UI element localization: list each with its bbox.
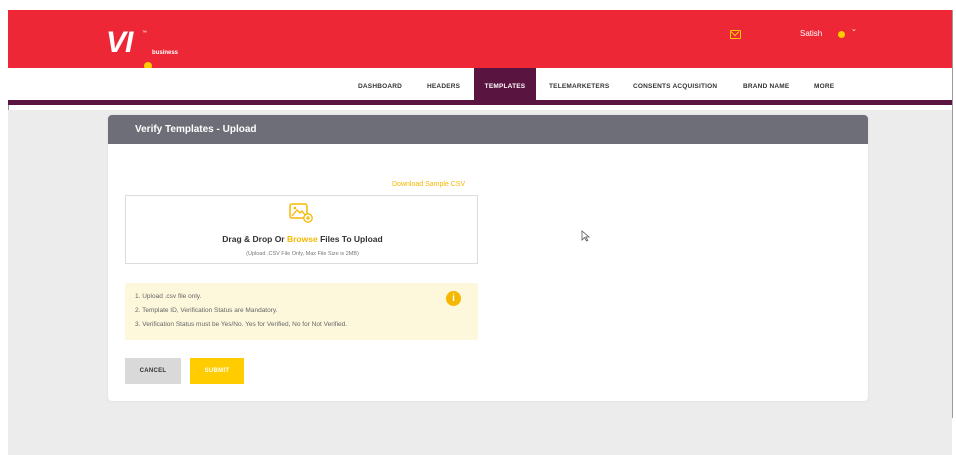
nav-templates[interactable]: TEMPLATES bbox=[474, 68, 536, 105]
mail-icon[interactable] bbox=[730, 30, 741, 39]
cancel-button[interactable]: CANCEL bbox=[125, 358, 181, 384]
upload-instructions: Drag & Drop Or Browse Files To Upload bbox=[126, 234, 479, 244]
nav-telemarketers[interactable]: TELEMARKETERS bbox=[549, 68, 609, 105]
top-bar: VI ™ business Satish ⌄ bbox=[8, 10, 952, 70]
info-line-2: 2. Template ID, Verification Status are … bbox=[135, 307, 278, 314]
nav-headers[interactable]: HEADERS bbox=[427, 68, 460, 105]
nav-dashboard[interactable]: DASHBOARD bbox=[358, 68, 402, 105]
logo-trademark: ™ bbox=[142, 30, 147, 36]
upload-hint: (Upload .CSV File Only, Max File Size is… bbox=[246, 251, 359, 257]
upload-text-suffix: Files To Upload bbox=[317, 234, 383, 244]
upload-rules-info: 1. Upload .csv file only. 2. Template ID… bbox=[125, 283, 478, 340]
vi-business-logo[interactable]: VI ™ business bbox=[106, 28, 186, 72]
mouse-cursor-icon bbox=[581, 230, 591, 242]
main-nav: DASHBOARD HEADERS TEMPLATES TELEMARKETER… bbox=[8, 68, 952, 105]
nav-more[interactable]: MORE bbox=[814, 68, 834, 105]
window-border-right bbox=[952, 10, 953, 418]
user-name[interactable]: Satish bbox=[800, 29, 822, 38]
image-upload-icon bbox=[289, 203, 313, 223]
upload-text-prefix: Drag & Drop Or bbox=[222, 234, 287, 244]
nav-consents-acquisition[interactable]: CONSENTS ACQUISITION bbox=[633, 68, 717, 105]
user-menu-chevron-icon[interactable]: ⌄ bbox=[851, 25, 857, 33]
info-line-1: 1. Upload .csv file only. bbox=[135, 293, 202, 300]
nav-brand-name[interactable]: BRAND NAME bbox=[743, 68, 789, 105]
user-avatar-icon[interactable] bbox=[838, 31, 845, 38]
logo-subtext: business bbox=[152, 50, 179, 56]
download-sample-csv-link[interactable]: Download Sample CSV bbox=[392, 181, 465, 188]
verify-templates-card: Verify Templates - Upload Download Sampl… bbox=[108, 115, 868, 401]
card-header: Verify Templates - Upload bbox=[108, 115, 868, 144]
info-icon: i bbox=[446, 291, 461, 306]
file-drop-zone[interactable]: Drag & Drop Or Browse Files To Upload (U… bbox=[125, 195, 478, 264]
page-title: Verify Templates - Upload bbox=[135, 124, 257, 135]
info-line-3: 3. Verification Status must be Yes/No. Y… bbox=[135, 321, 348, 328]
browse-link[interactable]: Browse bbox=[287, 234, 318, 244]
submit-button[interactable]: SUBMIT bbox=[190, 358, 244, 384]
logo-text: VI bbox=[106, 26, 133, 59]
